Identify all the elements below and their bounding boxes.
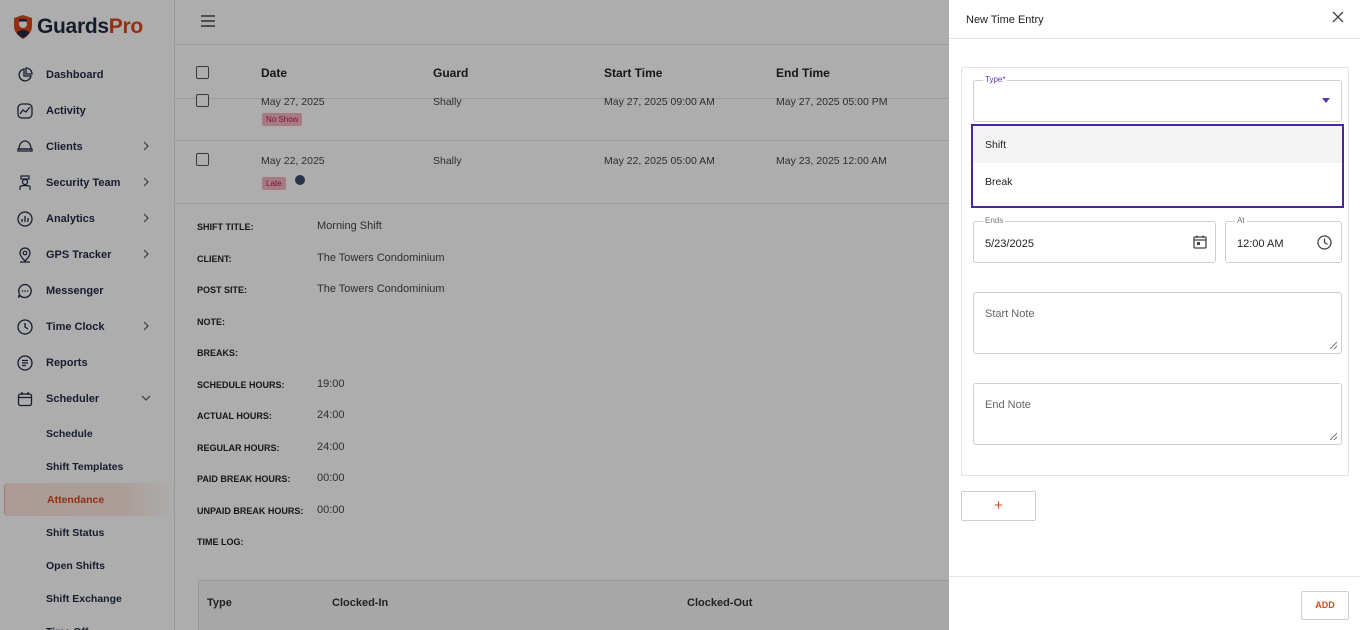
ends-value: 5/23/2025 (985, 238, 1034, 250)
resize-handle-icon[interactable] (1329, 432, 1337, 440)
modal-backdrop[interactable] (0, 0, 949, 630)
ends-date-field[interactable]: Ends 5/23/2025 (973, 216, 1216, 263)
panel-footer: ADD (949, 576, 1360, 630)
at-time-field[interactable]: At 12:00 AM (1225, 216, 1342, 263)
calendar-icon[interactable] (1193, 235, 1207, 249)
caret-down-icon (1322, 98, 1330, 103)
type-label: Type* (983, 75, 1008, 84)
ends-label: Ends (983, 216, 1006, 225)
at-label: At (1235, 216, 1247, 225)
type-option-shift[interactable]: Shift (973, 126, 1342, 163)
add-button[interactable]: ADD (1301, 591, 1349, 620)
add-entry-row-button[interactable]: + (961, 491, 1036, 521)
resize-handle-icon[interactable] (1329, 341, 1337, 349)
panel-header: New Time Entry (949, 0, 1360, 39)
start-note-placeholder: Start Note (985, 308, 1035, 320)
at-value: 12:00 AM (1237, 238, 1284, 250)
type-option-break[interactable]: Break (973, 163, 1342, 200)
start-note-textarea[interactable]: Start Note (973, 292, 1342, 354)
panel-title: New Time Entry (966, 14, 1044, 26)
clock-icon[interactable] (1317, 235, 1332, 250)
close-icon[interactable] (1331, 10, 1345, 24)
end-note-placeholder: End Note (985, 399, 1031, 411)
end-note-textarea[interactable]: End Note (973, 383, 1342, 445)
new-time-entry-panel: New Time Entry Type* Shift Break Ends 5/… (949, 0, 1360, 630)
type-select[interactable]: Type* (973, 75, 1342, 122)
type-dropdown-menu: Shift Break (971, 124, 1344, 208)
